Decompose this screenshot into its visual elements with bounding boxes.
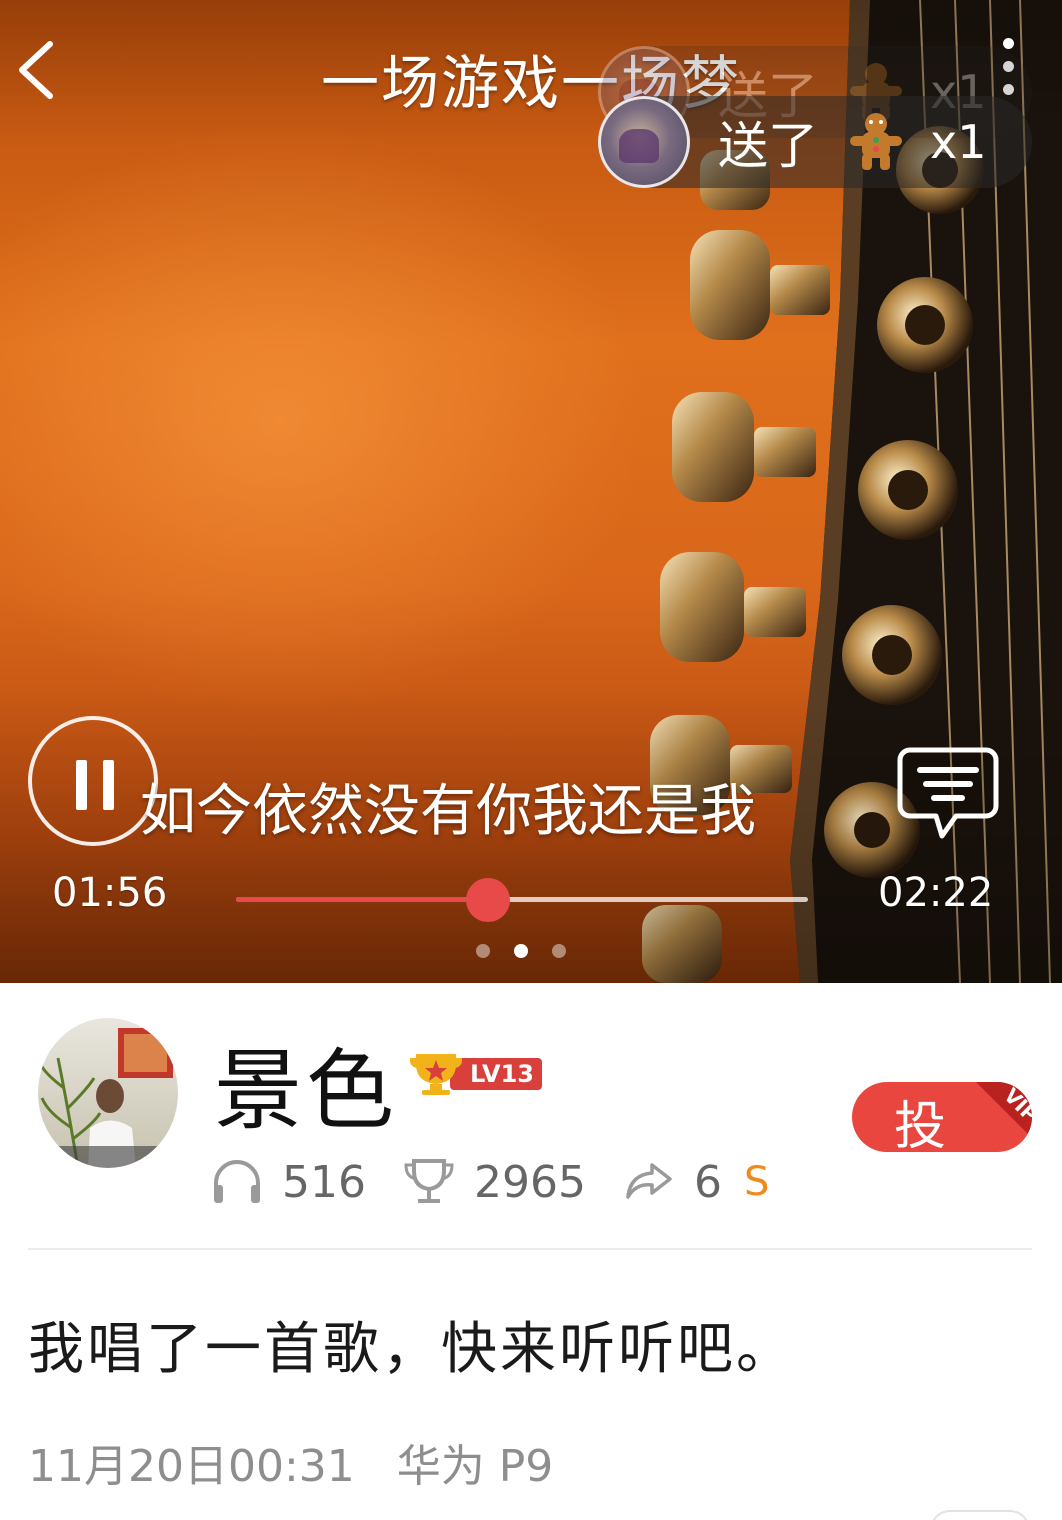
floating-button-edge <box>930 1510 1030 1520</box>
post-text: 我唱了一首歌，快来听听吧。 <box>28 1317 795 1382</box>
divider <box>28 1248 1032 1250</box>
total-time: 02:22 <box>878 870 994 916</box>
trophy-count: 2965 <box>473 1156 586 1208</box>
gingerbread-man-icon <box>850 113 902 170</box>
progress-knob[interactable] <box>465 878 510 922</box>
pause-icon <box>76 760 87 810</box>
share-icon <box>626 1163 672 1199</box>
page-dot <box>552 944 566 958</box>
vote-button[interactable]: 投 VIP <box>852 1082 1032 1152</box>
gift-sender-avatar <box>598 96 690 188</box>
gift-notification: 送了 x1 <box>598 96 1032 188</box>
avatar-photo <box>38 1028 178 1168</box>
headphones-icon <box>214 1160 260 1203</box>
current-time: 01:56 <box>52 870 168 916</box>
lyric-line: 如今依然没有你我还是我 <box>140 779 756 844</box>
post-device: 华为 P9 <box>396 1441 554 1492</box>
level-label: LV13 <box>470 1060 534 1088</box>
listen-count: 516 <box>282 1156 366 1208</box>
post-meta: 11月20日00:31 华为 P9 <box>28 1430 553 1494</box>
s-badge: S <box>743 1159 770 1205</box>
progress-fill <box>236 897 488 902</box>
comment-icon <box>897 747 999 839</box>
pause-button[interactable] <box>28 716 158 846</box>
page-indicator <box>476 944 566 958</box>
trophy-icon <box>404 1159 454 1203</box>
user-name[interactable]: 景色 <box>214 1020 398 1147</box>
gift-count: x1 <box>930 115 987 169</box>
page-dot <box>514 944 528 958</box>
page-dot <box>476 944 490 958</box>
progress-bar[interactable] <box>236 878 808 922</box>
user-avatar[interactable] <box>38 1018 178 1168</box>
share-count: 6 <box>693 1156 722 1208</box>
vip-corner-badge: VIP <box>976 1082 1032 1138</box>
user-stats: 516 2965 6 S <box>210 1152 769 1212</box>
gift-text: 送了 <box>718 117 818 175</box>
comment-button[interactable] <box>896 744 1000 844</box>
vote-label: 投 <box>894 1097 947 1152</box>
post-timestamp: 11月20日00:31 <box>28 1441 355 1492</box>
